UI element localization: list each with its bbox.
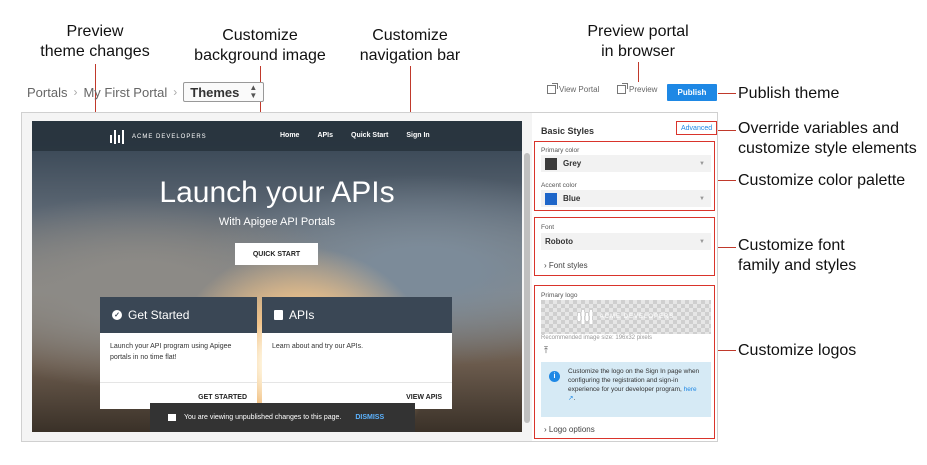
view-portal-label: View Portal [559, 85, 600, 94]
primary-color-value: Grey [563, 159, 582, 168]
font-select[interactable]: Roboto ▼ [541, 233, 711, 250]
message-icon [168, 414, 176, 421]
preview-scrollbar[interactable] [524, 153, 530, 423]
callout-publish-theme: Publish theme [738, 85, 840, 102]
view-apis-link[interactable]: VIEW APIS [406, 394, 442, 401]
book-icon [274, 310, 283, 320]
callout-logos: Customize logos [738, 342, 857, 359]
card-title: Get Started [128, 308, 190, 322]
publish-button[interactable]: Publish [667, 84, 717, 101]
logo-options-toggle[interactable]: › Logo options [544, 425, 595, 434]
breadcrumb-separator: › [173, 85, 178, 99]
callout-override: Override variables and customize style e… [738, 120, 917, 157]
breadcrumb-separator: › [73, 85, 78, 99]
preview-navigation-bar [32, 121, 522, 151]
nav-home[interactable]: Home [280, 132, 299, 139]
breadcrumb-portal-name[interactable]: My First Portal [83, 85, 167, 100]
nav-sign-in[interactable]: Sign In [406, 132, 429, 139]
callout-bg-image: Customize background image [194, 27, 326, 64]
logo-preview-text: ACME DEVELOPERS [599, 314, 675, 320]
external-link-icon [617, 83, 628, 94]
dropdown-icon: ▼ [699, 160, 705, 167]
card-header: ✓ Get Started [100, 297, 257, 333]
info-text: Customize the logo on the Sign In page w… [568, 368, 700, 393]
primary-logo-label: Primary logo [541, 292, 578, 299]
unpublished-toast: You are viewing unpublished changes to t… [150, 403, 415, 432]
font-styles-toggle[interactable]: › Font styles [544, 261, 588, 270]
primary-color-label: Primary color [541, 147, 580, 154]
callout-font: Customize font family and styles [738, 237, 857, 274]
quick-start-button[interactable]: QUICK START [235, 243, 318, 265]
get-started-card: ✓ Get Started Launch your API program us… [100, 297, 257, 409]
accent-color-select[interactable]: Blue ▼ [541, 190, 711, 207]
callout-color-palette: Customize color palette [738, 172, 906, 189]
themes-select-label: Themes [190, 84, 240, 100]
logo-info-box: i Customize the logo on the Sign In page… [541, 362, 711, 417]
callout-line-publish [718, 93, 736, 94]
card-title: APIs [289, 308, 315, 322]
view-portal-button[interactable]: View Portal [547, 83, 600, 94]
primary-color-select[interactable]: Grey ▼ [541, 155, 711, 172]
highlight-advanced [676, 121, 717, 135]
get-started-link[interactable]: GET STARTED [198, 394, 247, 401]
nav-quick-start[interactable]: Quick Start [351, 132, 388, 139]
callout-line-font [716, 247, 736, 248]
nav-apis[interactable]: APIs [317, 132, 333, 139]
chevron-right-icon: › [544, 425, 547, 434]
portal-logo-text: ACME DEVELOPERS [132, 134, 207, 140]
callout-line-color [716, 180, 736, 181]
accent-color-value: Blue [563, 194, 581, 203]
font-styles-label: Font styles [548, 261, 588, 270]
callout-line-override [718, 130, 736, 131]
updown-arrow-icon: ▲ ▼ [249, 83, 258, 100]
font-label: Font [541, 224, 555, 231]
hero-subtitle: With Apigee API Portals [218, 216, 336, 228]
callout-line-logos [716, 350, 736, 351]
breadcrumb: Portals › My First Portal › Themes ▲ ▼ [27, 82, 265, 102]
dropdown-icon: ▼ [699, 195, 705, 202]
card-body: Launch your API program using Apigee por… [110, 343, 232, 361]
callout-line-portal [638, 62, 639, 82]
hero-title: Launch your APIs [159, 176, 395, 209]
callout-preview-theme: Preview theme changes [40, 23, 150, 60]
themes-select[interactable]: Themes ▲ ▼ [183, 82, 265, 102]
logo-options-label: Logo options [548, 425, 595, 434]
font-value: Roboto [545, 237, 573, 246]
portal-logo: ACME DEVELOPERS [110, 130, 207, 144]
check-circle-icon: ✓ [112, 310, 122, 320]
callout-preview-portal: Preview portal in browser [587, 23, 689, 60]
dropdown-icon: ▼ [699, 238, 705, 245]
toast-message: You are viewing unpublished changes to t… [184, 414, 342, 421]
logo-size-hint: Recommended image size: 196x32 pixels [541, 335, 653, 341]
color-swatch [545, 157, 557, 170]
info-here-link[interactable]: here [684, 386, 697, 393]
portal-preview: ACME DEVELOPERS Home APIs Quick Start Si… [32, 121, 522, 432]
card-body: Learn about and try our APIs. [272, 343, 364, 350]
upload-icon[interactable]: ⤒ [544, 345, 548, 356]
logo-preview[interactable]: ACME DEVELOPERS [541, 300, 711, 334]
preview-button[interactable]: Preview [617, 83, 658, 94]
info-icon: i [549, 371, 560, 382]
panel-title: Basic Styles [541, 126, 595, 136]
dismiss-button[interactable]: DISMISS [355, 414, 384, 421]
accent-color-label: Accent color [541, 182, 577, 189]
chevron-right-icon: › [544, 261, 547, 270]
apis-card: APIs Learn about and try our APIs. VIEW … [262, 297, 452, 409]
external-link-icon [547, 83, 558, 94]
preview-nav-links: Home APIs Quick Start Sign In [280, 132, 430, 139]
preview-label: Preview [629, 85, 658, 94]
callout-nav-bar: Customize navigation bar [359, 27, 461, 64]
card-header: APIs [262, 297, 452, 333]
breadcrumb-portals[interactable]: Portals [27, 85, 67, 100]
color-swatch [545, 192, 557, 205]
